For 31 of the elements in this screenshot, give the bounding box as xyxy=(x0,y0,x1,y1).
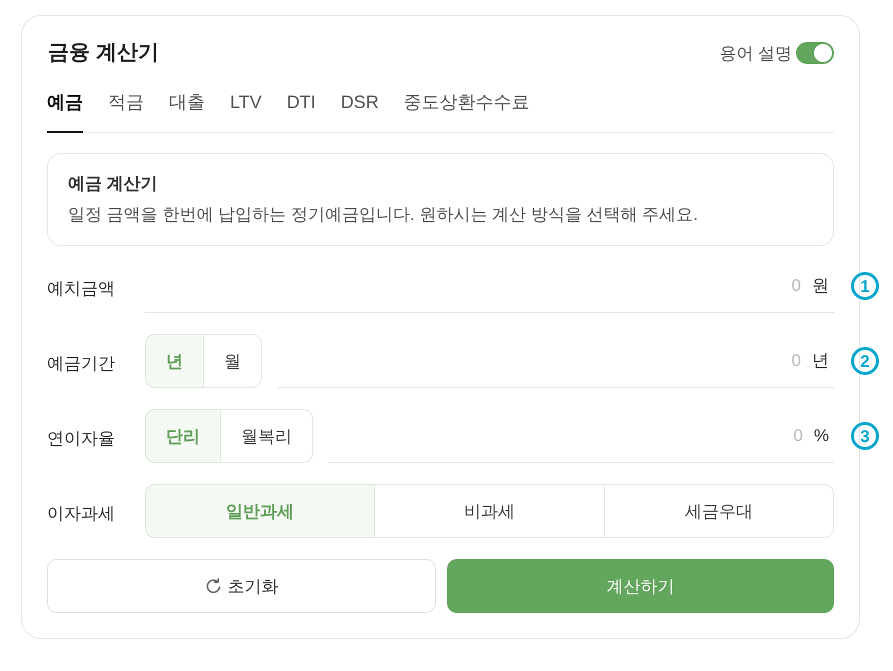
field-label: 연이자율 xyxy=(47,428,116,450)
reset-button[interactable]: 초기화 xyxy=(47,559,436,613)
input-field[interactable]: 0 xyxy=(145,259,812,313)
toggle-label: 용어 설명 xyxy=(719,42,792,64)
segment-option[interactable]: 월복리 xyxy=(220,409,313,463)
tab[interactable]: DTI xyxy=(286,89,316,133)
field-label: 이자과세 xyxy=(47,502,116,524)
info-description: 일정 금액을 한번에 납입하는 정기예금입니다. 원하시는 계산 방식을 선택해 주세요. xyxy=(68,204,699,226)
unit-label: 원 xyxy=(812,259,834,313)
tab[interactable]: 중도상환수수료 xyxy=(404,89,530,133)
unit-label: % xyxy=(814,409,834,463)
refresh-icon xyxy=(204,578,222,594)
tab[interactable]: DSR xyxy=(340,89,379,133)
calculator-title: 금융 계산기 xyxy=(47,40,159,66)
input-field[interactable]: 0 xyxy=(278,334,812,388)
segment-option[interactable]: 세금우대 xyxy=(604,484,834,538)
tab[interactable]: 예금 xyxy=(47,89,83,133)
toggle-switch[interactable] xyxy=(796,42,834,64)
tab[interactable]: LTV xyxy=(230,89,262,133)
annotation-number: 3 xyxy=(851,422,879,450)
field-label: 예치금액 xyxy=(47,278,116,300)
input-field[interactable]: 0 xyxy=(329,409,814,463)
tab[interactable]: 적금 xyxy=(108,89,144,133)
tab[interactable]: 대출 xyxy=(169,89,205,133)
segment-option[interactable]: 비과세 xyxy=(374,484,605,538)
unit-label: 년 xyxy=(812,334,834,388)
info-title: 예금 계산기 xyxy=(68,173,159,195)
segment-option[interactable]: 월 xyxy=(203,334,262,388)
annotation-number: 2 xyxy=(851,347,879,375)
annotation-number: 1 xyxy=(851,272,879,300)
field-label: 예금기간 xyxy=(47,352,116,374)
